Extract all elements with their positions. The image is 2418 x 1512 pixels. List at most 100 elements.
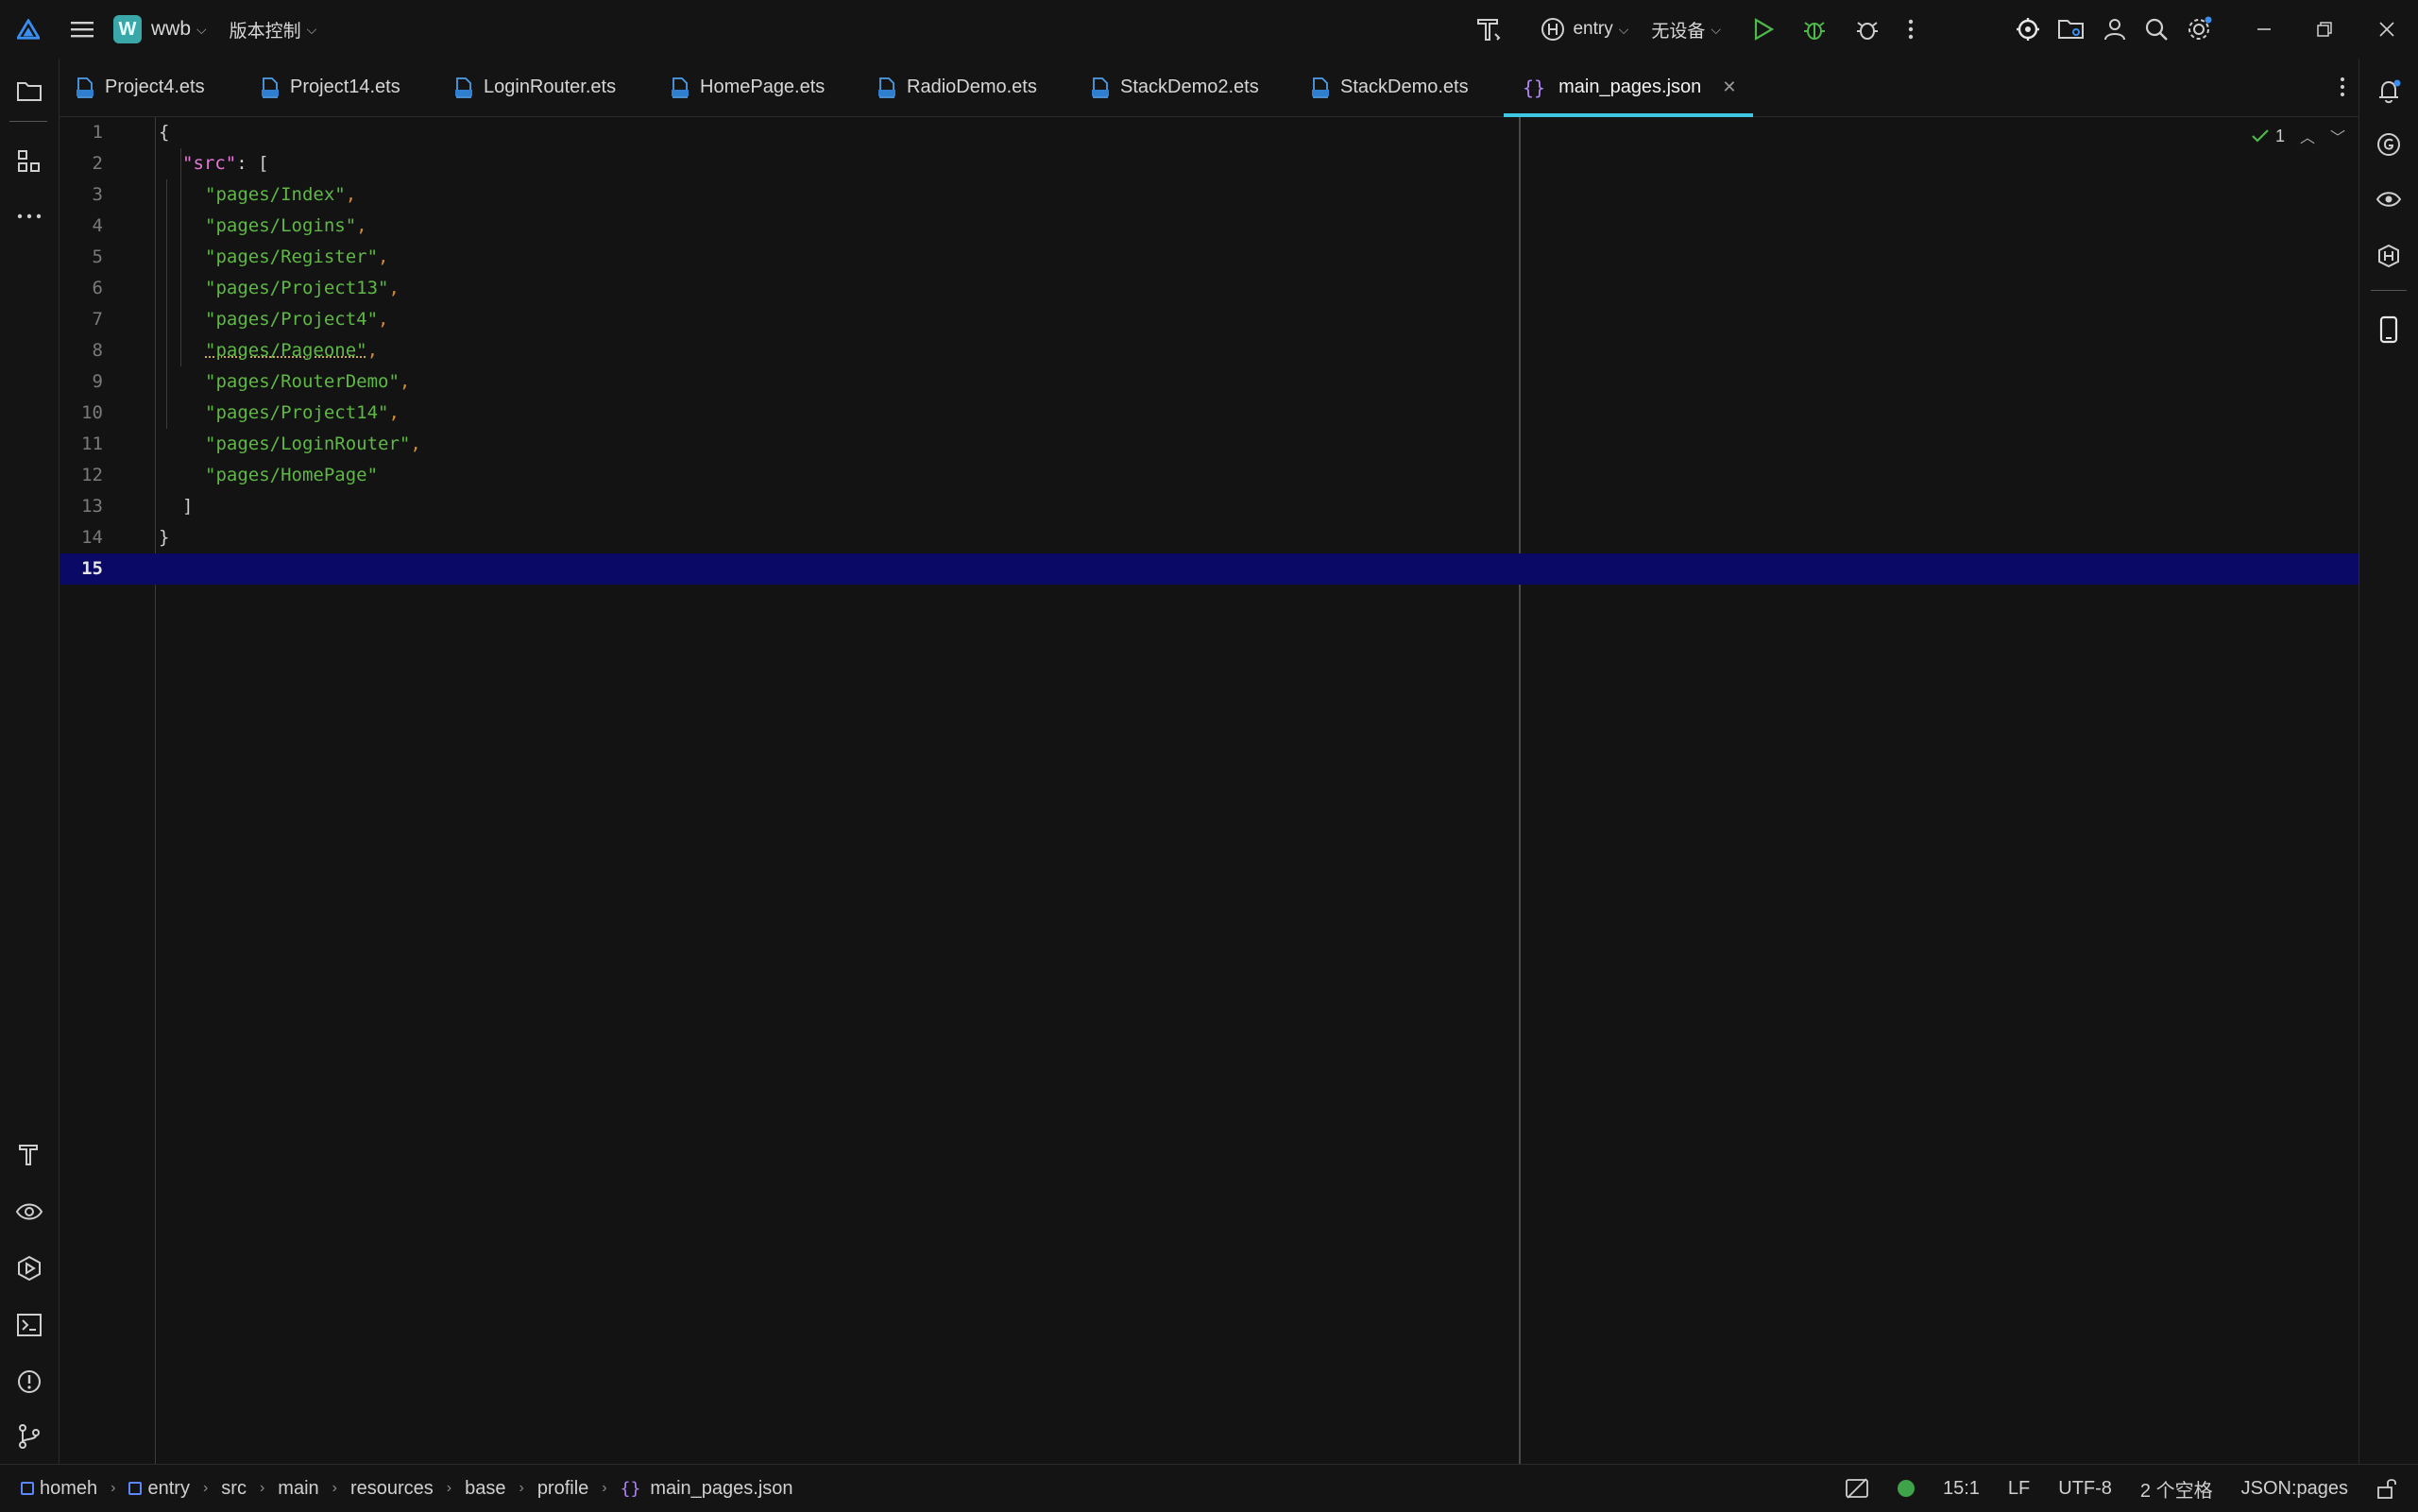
token-punc: : [ [236,153,268,174]
harmony-assistant-button[interactable] [2359,232,2418,280]
tab-label: StackDemo2.ets [1120,76,1259,98]
editor-tab-bar: Project4.ets Project14.ets LoginRouter.e… [60,59,2358,117]
tab-main-pages-json[interactable]: {} main_pages.json ✕ [1504,59,1753,116]
code-line: 12 "pages/HomePage" [60,460,2358,491]
vcs-label: 版本控制 [230,17,301,42]
token-comma: , [346,184,356,205]
breadcrumb-item-base[interactable]: base [465,1478,505,1500]
token-string: "pages/HomePage" [205,465,378,485]
token-string: "pages/Project4" [205,309,378,330]
status-right-group: 15:1 LF UTF-8 2 个空格 JSON:pages [1845,1465,2397,1512]
preview-tool-button[interactable] [0,1188,59,1235]
settings-gear-icon[interactable] [2186,16,2212,42]
chevron-right-icon: › [519,1480,523,1497]
token-comma: , [356,215,366,236]
structure-button[interactable] [0,138,59,185]
codegenie-button[interactable] [2359,121,2418,168]
token-string: "pages/Project14" [205,402,388,423]
breadcrumb-item-profile[interactable]: profile [537,1478,588,1500]
file-encoding[interactable]: UTF-8 [2058,1478,2112,1500]
status-bar: homeh › entry › src › main › resources ›… [0,1464,2418,1512]
unlock-icon[interactable] [2376,1477,2397,1500]
file-type[interactable]: JSON:pages [2241,1478,2348,1500]
tab-stackdemo2[interactable]: StackDemo2.ets [1092,59,1259,116]
token-string: "pages/Register" [205,246,378,267]
eye-off-icon[interactable] [1845,1477,1869,1500]
line-number: 12 [60,460,103,491]
line-number: 8 [60,335,103,366]
breadcrumb-item-main[interactable]: main [278,1478,318,1500]
tab-loginrouter[interactable]: LoginRouter.ets [455,59,616,116]
build-hammer-icon[interactable] [1474,15,1503,43]
chevron-down-icon: ⌵ [196,22,207,38]
account-icon[interactable] [2103,17,2127,42]
tab-stackdemo[interactable]: StackDemo.ets [1312,59,1469,116]
code-line: 6 "pages/Project13", [60,273,2358,304]
status-ok-indicator[interactable] [1898,1480,1915,1497]
token-string: "pages/Project13" [205,278,388,298]
minimize-icon[interactable] [2256,21,2273,38]
profiler-bug-icon[interactable] [1855,17,1880,42]
cursor-position[interactable]: 15:1 [1943,1478,1980,1500]
project-view-button[interactable] [0,68,59,115]
tab-label: HomePage.ets [700,76,825,98]
more-vertical-icon[interactable] [1908,18,1914,41]
code-line: 4 "pages/Logins", [60,211,2358,242]
tab-radiodemo[interactable]: RadioDemo.ets [878,59,1037,116]
breadcrumb-item-resources[interactable]: resources [350,1478,434,1500]
token-comma: , [378,246,388,267]
notifications-button[interactable] [2359,68,2418,115]
right-tool-window-bar [2358,59,2418,1464]
chevron-down-icon: ⌵ [1711,22,1721,38]
breadcrumb-item-file[interactable]: {} main_pages.json [621,1478,793,1500]
terminal-icon [16,1313,43,1337]
line-number: 6 [60,273,103,304]
terminal-button[interactable] [0,1301,59,1349]
folder-icon [16,80,43,103]
debug-icon[interactable] [1802,17,1827,42]
more-tools-button[interactable] [0,193,59,240]
tab-project14[interactable]: Project14.ets [262,59,400,116]
device-selector[interactable]: 无设备 ⌵ [1651,17,1721,42]
code-line: 3 "pages/Index", [60,179,2358,211]
code-linter-icon[interactable] [2016,17,2040,42]
device-manager-button[interactable] [2359,306,2418,353]
problems-button[interactable] [0,1358,59,1405]
module-icon [21,1482,34,1495]
code-line: 8 "pages/Pageone", [60,335,2358,366]
line-number: 13 [60,491,103,522]
code-editor[interactable]: 1 ︿ ﹀ 1 { 2 "src": [ 3 "pages/Index", 4 … [60,117,2358,1464]
indent-setting[interactable]: 2 个空格 [2140,1475,2213,1503]
breadcrumb-item-src[interactable]: src [221,1478,247,1500]
project-selector[interactable]: W wwb ⌵ [113,15,207,43]
breadcrumb-item-homeh[interactable]: homeh [21,1478,97,1500]
line-separator[interactable]: LF [2008,1478,2030,1500]
search-icon[interactable] [2144,17,2169,42]
line-number: 5 [60,242,103,273]
close-window-icon[interactable] [2378,21,2395,38]
token-string-warning: "pages/Pageone" [205,340,367,361]
build-tool-button[interactable] [0,1131,59,1179]
ets-file-icon [1092,77,1109,98]
folder-search-icon[interactable] [2057,17,2086,42]
tab-homepage[interactable]: HomePage.ets [672,59,825,116]
main-menu-icon[interactable] [70,19,94,40]
breadcrumb-item-entry[interactable]: entry [128,1478,189,1500]
previewer-button[interactable] [2359,176,2418,223]
git-button[interactable] [0,1413,59,1460]
ets-file-icon [77,77,94,98]
vcs-menu[interactable]: 版本控制 ⌵ [230,17,317,42]
run-tool-button[interactable] [0,1245,59,1292]
line-number: 4 [60,211,103,242]
close-tab-icon[interactable]: ✕ [1722,77,1736,97]
module-selector[interactable]: entry ⌵ [1541,17,1628,42]
app-logo-icon[interactable] [17,19,40,40]
restore-icon[interactable] [2316,21,2333,38]
tab-options-icon[interactable] [2340,76,2345,97]
code-line: 13 ] [60,491,2358,522]
device-label: 无设备 [1651,17,1705,42]
tab-project4[interactable]: Project4.ets [77,59,205,116]
line-number: 10 [60,398,103,429]
run-icon[interactable] [1753,18,1774,41]
phone-icon [2379,315,2398,344]
